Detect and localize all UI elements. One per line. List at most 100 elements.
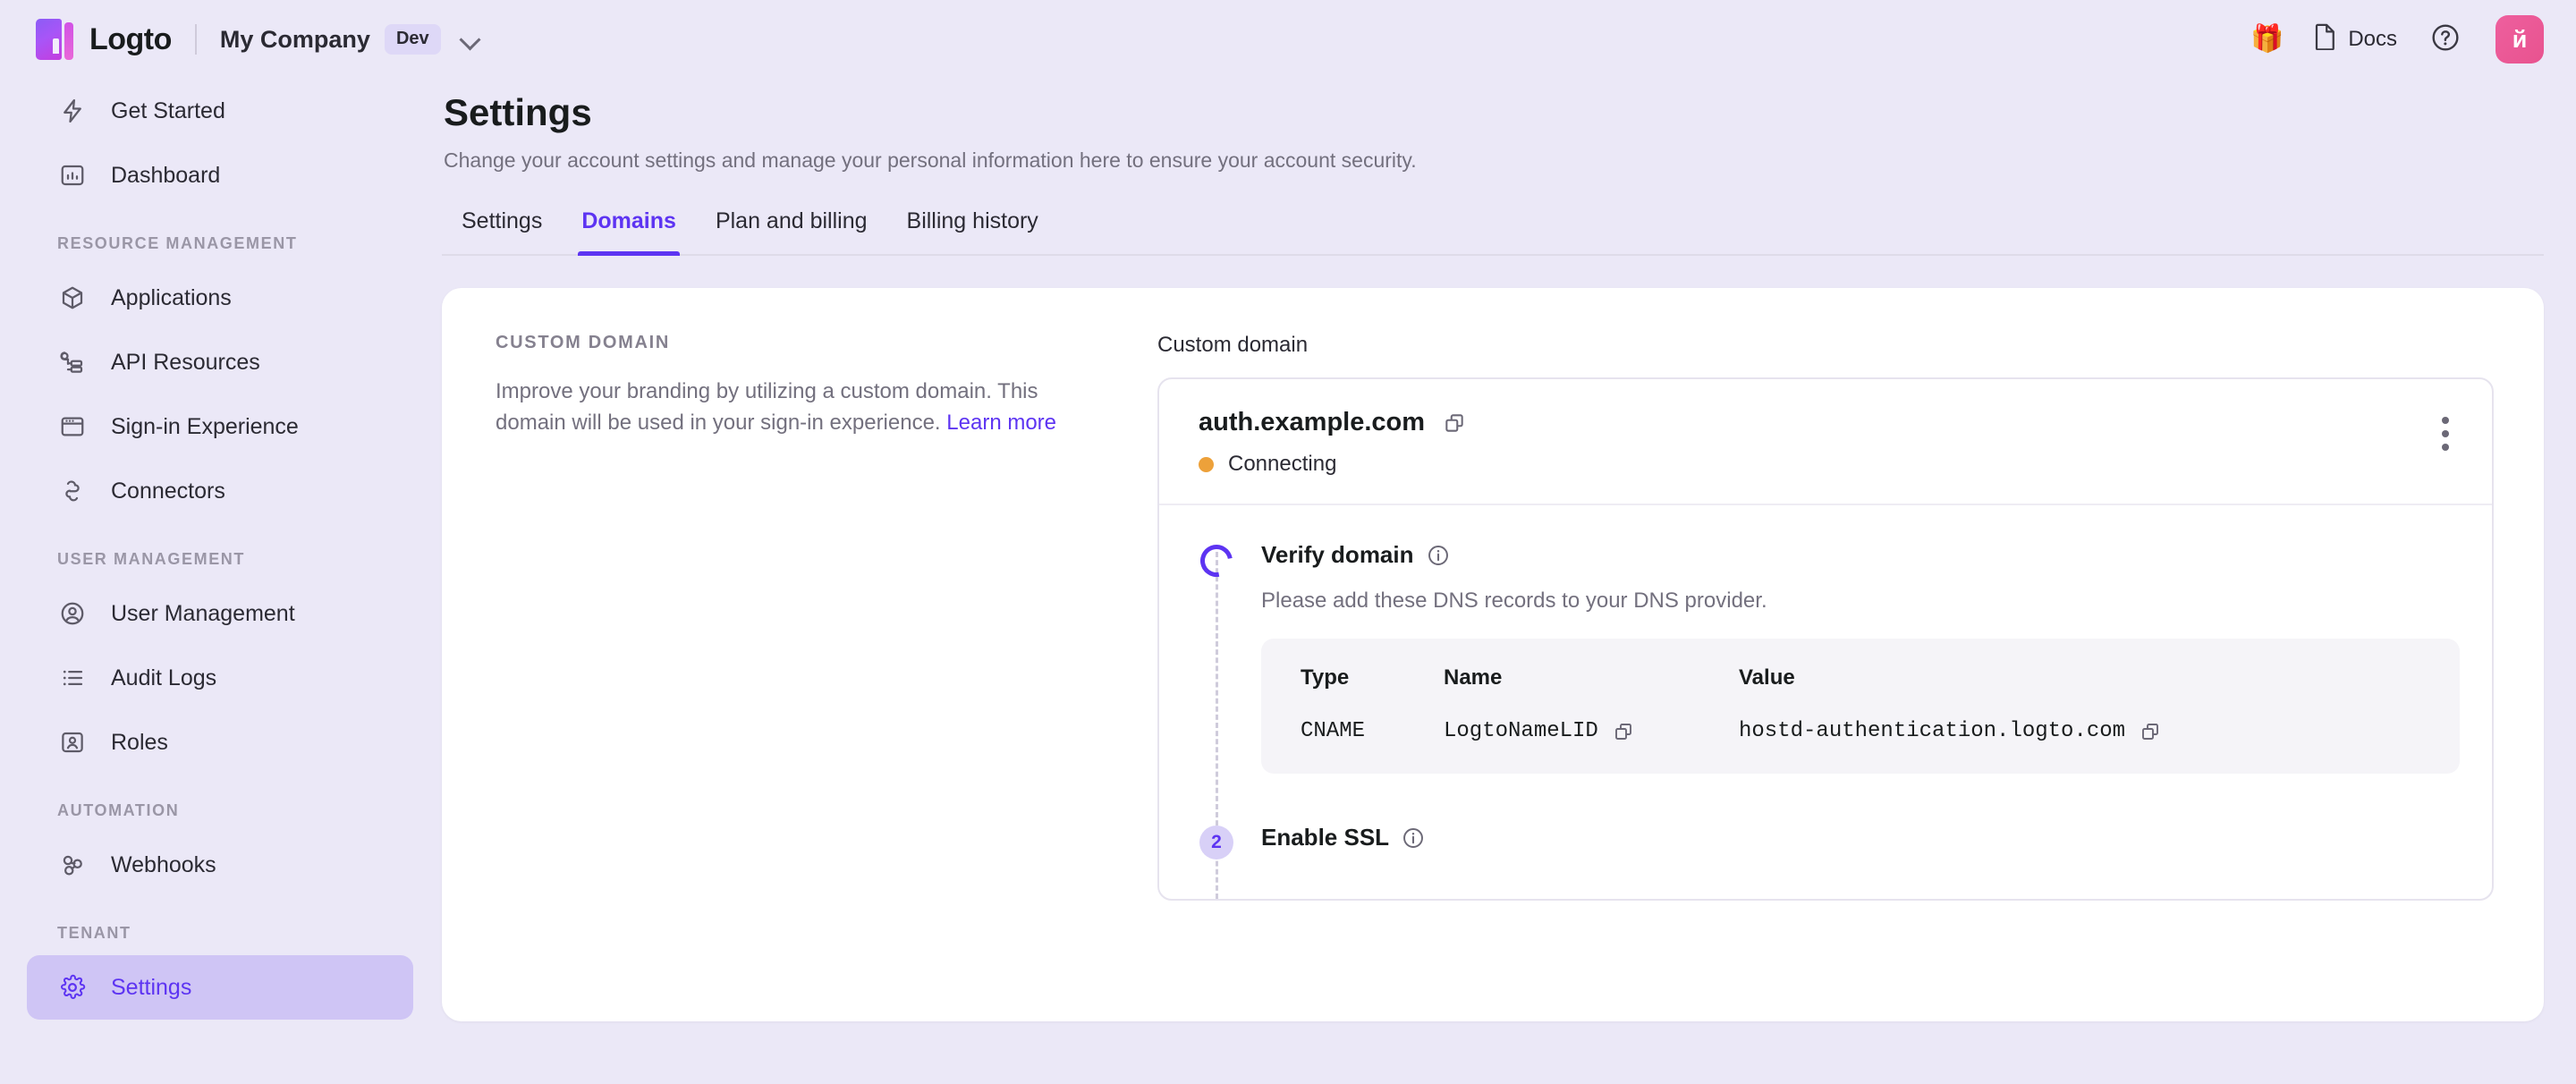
sidebar-item-label: Audit Logs xyxy=(111,665,216,691)
tab-settings[interactable]: Settings xyxy=(442,208,562,254)
gift-icon[interactable]: 🎁 xyxy=(2250,26,2284,53)
step-number-badge: 2 xyxy=(1199,826,1233,860)
top-bar-actions: 🎁 Docs й xyxy=(2250,15,2544,64)
api-icon xyxy=(57,347,88,377)
sidebar-item-roles[interactable]: Roles xyxy=(27,710,413,775)
cube-icon xyxy=(57,283,88,313)
domain-header-main: auth.example.com Connecting xyxy=(1199,408,2431,477)
step-description: Please add these DNS records to your DNS… xyxy=(1261,589,2460,614)
logto-logo-icon xyxy=(36,19,73,60)
sidebar-item-applications[interactable]: Applications xyxy=(27,266,413,330)
cell-type: CNAME xyxy=(1301,719,1444,743)
step-marker: 2 xyxy=(1199,822,1234,860)
cell-name-value: LogtoNameLID xyxy=(1444,719,1598,743)
step-title: Verify domain xyxy=(1261,541,1414,569)
learn-more-link[interactable]: Learn more xyxy=(946,411,1056,435)
page-title: Settings xyxy=(442,79,2544,134)
connectors-icon xyxy=(57,476,88,506)
step-marker xyxy=(1199,541,1234,774)
sidebar-item-get-started[interactable]: Get Started xyxy=(27,79,413,143)
sidebar-item-api-resources[interactable]: API Resources xyxy=(27,330,413,394)
tab-plan-and-billing[interactable]: Plan and billing xyxy=(696,208,887,254)
custom-domain-panel: Custom domain auth.example.com xyxy=(1157,333,2494,971)
brand-name: Logto xyxy=(89,22,172,57)
tab-domains[interactable]: Domains xyxy=(562,208,696,254)
sidebar-item-webhooks[interactable]: Webhooks xyxy=(27,833,413,897)
sidebar-item-label: Roles xyxy=(111,730,168,756)
bar-chart-icon xyxy=(57,160,88,191)
step-title-row: Enable SSL xyxy=(1261,822,2460,851)
more-vertical-icon[interactable] xyxy=(2431,408,2460,460)
sidebar-item-label: User Management xyxy=(111,601,295,627)
domain-status: Connecting xyxy=(1199,452,2431,477)
step-body: Enable SSL xyxy=(1261,822,2460,860)
sidebar-item-label: Settings xyxy=(111,975,191,1001)
page-subtitle: Change your account settings and manage … xyxy=(442,134,2544,173)
column-header-name: Name xyxy=(1444,665,1739,719)
docs-link[interactable]: Docs xyxy=(2314,23,2397,56)
list-icon xyxy=(57,663,88,693)
domain-name-row: auth.example.com xyxy=(1199,408,2431,437)
dns-records-table: Type Name Value CNAME xyxy=(1261,639,2460,774)
domain-setup-steps: Verify domain Please add these DNS recor… xyxy=(1159,505,2492,899)
info-circle-icon[interactable] xyxy=(1427,544,1450,567)
info-circle-icon[interactable] xyxy=(1402,826,1425,850)
sidebar-item-dashboard[interactable]: Dashboard xyxy=(27,143,413,207)
browser-window-icon xyxy=(57,411,88,442)
step-title: Enable SSL xyxy=(1261,824,1389,851)
env-badge: Dev xyxy=(385,24,441,55)
sidebar-group-user-management: User management xyxy=(0,523,413,581)
custom-domain-field-label: Custom domain xyxy=(1157,333,2494,358)
sidebar-item-audit-logs[interactable]: Audit Logs xyxy=(27,646,413,710)
sidebar-group-automation: Automation xyxy=(0,775,413,833)
sidebar-item-label: Get Started xyxy=(111,98,225,124)
status-badge: Connecting xyxy=(1228,452,1336,477)
sidebar-item-settings[interactable]: Settings xyxy=(27,955,413,1020)
sidebar-item-user-management[interactable]: User Management xyxy=(27,581,413,646)
avatar[interactable]: й xyxy=(2496,15,2544,64)
table-header-row: Type Name Value xyxy=(1301,665,2424,719)
gear-icon xyxy=(57,972,88,1003)
loading-spinner-icon xyxy=(1194,538,1239,583)
sidebar-item-label: Sign-in Experience xyxy=(111,414,299,440)
question-mark-circle-icon[interactable] xyxy=(2431,23,2460,56)
step-verify-domain: Verify domain Please add these DNS recor… xyxy=(1199,541,2460,774)
docs-label: Docs xyxy=(2348,27,2397,52)
status-dot-icon xyxy=(1199,457,1214,472)
column-header-value: Value xyxy=(1739,665,2424,719)
top-bar: Logto My Company Dev 🎁 Docs xyxy=(0,0,2576,79)
domains-panel: Custom domain Improve your branding by u… xyxy=(442,288,2544,1021)
copy-icon[interactable] xyxy=(1443,411,1466,435)
sidebar-item-sign-in-experience[interactable]: Sign-in Experience xyxy=(27,394,413,459)
tenant-name: My Company xyxy=(220,26,370,54)
sidebar-item-label: Webhooks xyxy=(111,852,216,878)
body: Get Started Dashboard Resource managemen… xyxy=(0,79,2576,1084)
section-label: Custom domain xyxy=(496,333,1086,353)
sidebar-item-label: API Resources xyxy=(111,350,260,376)
sidebar-item-connectors[interactable]: Connectors xyxy=(27,459,413,523)
column-header-type: Type xyxy=(1301,665,1444,719)
main-content: Settings Change your account settings an… xyxy=(442,79,2576,1084)
header-divider xyxy=(195,24,197,55)
section-description: Improve your branding by utilizing a cus… xyxy=(496,377,1086,438)
domain-card-header: auth.example.com Connecting xyxy=(1159,379,2492,505)
step-title-row: Verify domain xyxy=(1261,541,2460,569)
lightning-bolt-icon xyxy=(57,96,88,126)
custom-domain-info: Custom domain Improve your branding by u… xyxy=(496,333,1157,971)
copy-icon[interactable] xyxy=(1613,721,1634,742)
brand[interactable]: Logto xyxy=(36,19,172,60)
webhook-icon xyxy=(57,850,88,880)
sidebar: Get Started Dashboard Resource managemen… xyxy=(0,79,442,1084)
chevron-down-icon[interactable] xyxy=(461,30,480,49)
tab-bar: Settings Domains Plan and billing Billin… xyxy=(442,208,2544,256)
sidebar-item-label: Connectors xyxy=(111,478,225,504)
cell-name: LogtoNameLID xyxy=(1444,719,1739,743)
table-row: CNAME LogtoNameLID xyxy=(1301,719,2424,743)
domain-name: auth.example.com xyxy=(1199,408,1425,437)
sidebar-group-tenant: Tenant xyxy=(0,897,413,955)
copy-icon[interactable] xyxy=(2140,721,2161,742)
cell-value: hostd-authentication.logto.com xyxy=(1739,719,2424,743)
cell-value-value: hostd-authentication.logto.com xyxy=(1739,719,2125,743)
sidebar-group-resource-management: Resource management xyxy=(0,207,413,266)
tab-billing-history[interactable]: Billing history xyxy=(887,208,1058,254)
